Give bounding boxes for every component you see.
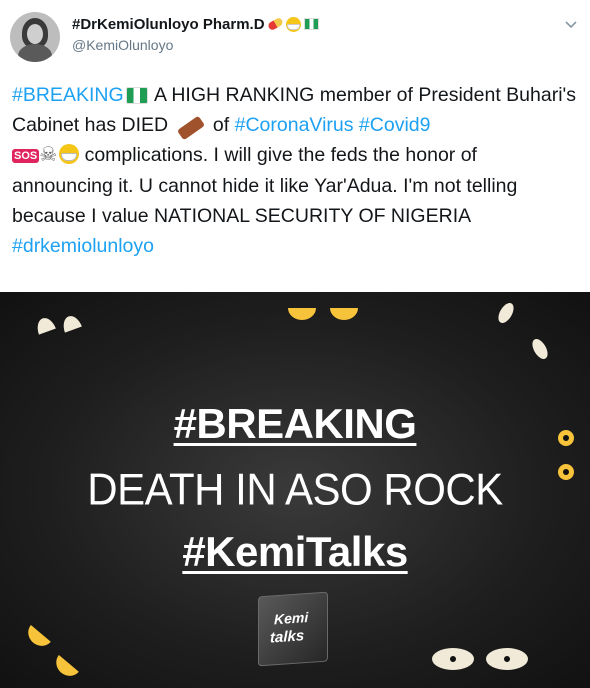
tweet-image[interactable]: #BREAKING DEATH IN ASO ROCK #KemiTalks K… (0, 292, 590, 688)
hashtag-covid9[interactable]: #Covid9 (359, 114, 431, 136)
tweet-text: #BREAKING A HIGH RANKING member of Presi… (12, 80, 582, 261)
eye-decoration (23, 625, 51, 651)
hashtag-breaking[interactable]: #BREAKING (12, 84, 124, 106)
eye-decoration (51, 655, 79, 681)
eye-decoration (330, 308, 358, 320)
hashtag-coronavirus[interactable]: #CoronaVirus (235, 114, 354, 136)
nigeria-flag-icon (125, 87, 148, 104)
eye-decoration (432, 648, 474, 670)
tweet-text-segment: complications. I will give the feds the … (12, 144, 518, 227)
face-mask-icon (285, 16, 301, 32)
image-headline-death: DEATH IN ASO ROCK (87, 464, 503, 515)
eye-decoration (486, 648, 528, 670)
eye-decoration (288, 308, 316, 320)
pill-icon (266, 16, 284, 32)
face-mask-icon (59, 144, 80, 164)
avatar[interactable] (10, 12, 60, 62)
sos-icon: SOS (12, 149, 40, 163)
skull-crossbones-icon: ☠ (39, 144, 58, 166)
image-headline-breaking: #BREAKING (173, 400, 417, 447)
tweet-card[interactable]: #DrKemiOlunloyo Pharm.D @KemiOlunloyo #B… (0, 0, 590, 688)
eye-decoration (529, 336, 551, 362)
tweet-header: #DrKemiOlunloyo Pharm.D @KemiOlunloyo (0, 0, 590, 70)
coffin-icon (176, 115, 205, 141)
nigeria-flag-icon (303, 18, 319, 30)
user-handle[interactable]: @KemiOlunloyo (72, 37, 173, 53)
display-name[interactable]: #DrKemiOlunloyo Pharm.D (72, 16, 265, 33)
hashtag-drkemiolunloyo[interactable]: #drkemiolunloyo (12, 235, 154, 257)
eye-decoration (495, 300, 517, 326)
image-headline-kemitalks: #KemiTalks (182, 528, 408, 575)
display-name-row[interactable]: #DrKemiOlunloyo Pharm.D (72, 14, 319, 34)
tweet-text-segment: of (207, 114, 235, 136)
eye-decoration (34, 315, 56, 335)
kemitalks-logo: Kemi talks (258, 591, 328, 667)
chevron-down-icon[interactable] (564, 17, 578, 31)
eye-decoration (60, 313, 82, 333)
